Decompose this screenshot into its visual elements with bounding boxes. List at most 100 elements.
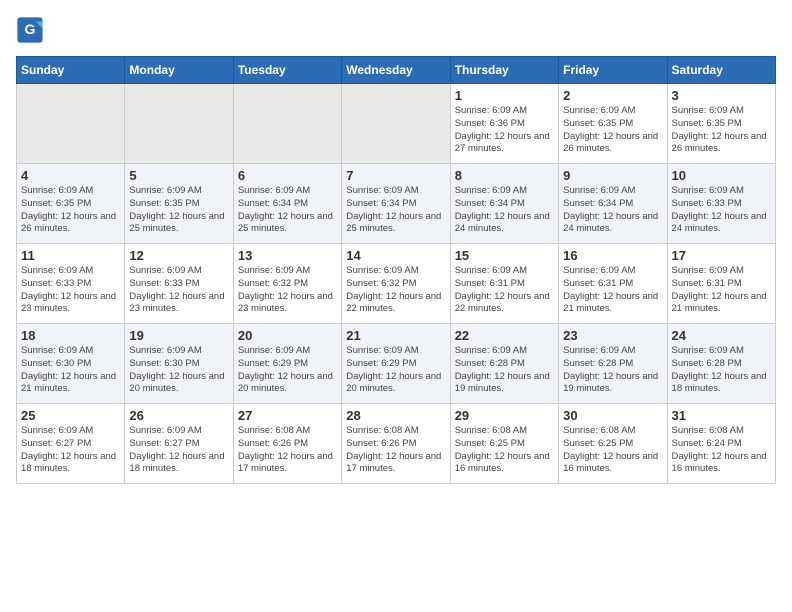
day-number: 4 (21, 168, 120, 183)
calendar-cell: 5 Sunrise: 6:09 AMSunset: 6:35 PMDaylight… (125, 164, 233, 244)
day-number: 31 (672, 408, 771, 423)
calendar-cell: 13 Sunrise: 6:09 AMSunset: 6:32 PMDayligh… (233, 244, 341, 324)
day-number: 11 (21, 248, 120, 263)
day-number: 22 (455, 328, 554, 343)
day-info: Sunrise: 6:09 AMSunset: 6:35 PMDaylight:… (21, 185, 120, 236)
calendar-cell: 28 Sunrise: 6:08 AMSunset: 6:26 PMDayligh… (342, 404, 450, 484)
day-info: Sunrise: 6:09 AMSunset: 6:32 PMDaylight:… (346, 265, 445, 316)
calendar-week-1: 1 Sunrise: 6:09 AMSunset: 6:36 PMDaylight… (17, 84, 776, 164)
day-header-wednesday: Wednesday (342, 57, 450, 84)
day-number: 13 (238, 248, 337, 263)
day-info: Sunrise: 6:08 AMSunset: 6:24 PMDaylight:… (672, 425, 771, 476)
day-header-friday: Friday (559, 57, 667, 84)
day-info: Sunrise: 6:09 AMSunset: 6:35 PMDaylight:… (563, 105, 662, 156)
calendar-header-row: SundayMondayTuesdayWednesdayThursdayFrid… (17, 57, 776, 84)
calendar-week-3: 11 Sunrise: 6:09 AMSunset: 6:33 PMDayligh… (17, 244, 776, 324)
day-number: 7 (346, 168, 445, 183)
day-info: Sunrise: 6:09 AMSunset: 6:35 PMDaylight:… (129, 185, 228, 236)
day-info: Sunrise: 6:09 AMSunset: 6:34 PMDaylight:… (563, 185, 662, 236)
day-number: 17 (672, 248, 771, 263)
day-number: 30 (563, 408, 662, 423)
day-number: 6 (238, 168, 337, 183)
day-number: 28 (346, 408, 445, 423)
day-info: Sunrise: 6:09 AMSunset: 6:28 PMDaylight:… (672, 345, 771, 396)
day-number: 1 (455, 88, 554, 103)
day-header-tuesday: Tuesday (233, 57, 341, 84)
day-info: Sunrise: 6:09 AMSunset: 6:33 PMDaylight:… (129, 265, 228, 316)
day-header-sunday: Sunday (17, 57, 125, 84)
calendar-cell: 9 Sunrise: 6:09 AMSunset: 6:34 PMDaylight… (559, 164, 667, 244)
calendar-cell: 20 Sunrise: 6:09 AMSunset: 6:29 PMDayligh… (233, 324, 341, 404)
calendar-cell: 7Sunrise: 6:09 AMSunset: 6:34 PMDaylight… (342, 164, 450, 244)
calendar-week-2: 4 Sunrise: 6:09 AMSunset: 6:35 PMDaylight… (17, 164, 776, 244)
day-info: Sunrise: 6:09 AMSunset: 6:36 PMDaylight:… (455, 105, 554, 156)
day-info: Sunrise: 6:09 AMSunset: 6:29 PMDaylight:… (238, 345, 337, 396)
day-number: 19 (129, 328, 228, 343)
calendar-cell: 21 Sunrise: 6:09 AMSunset: 6:29 PMDayligh… (342, 324, 450, 404)
day-number: 27 (238, 408, 337, 423)
day-number: 23 (563, 328, 662, 343)
calendar-cell (233, 84, 341, 164)
day-number: 12 (129, 248, 228, 263)
day-info: Sunrise: 6:09 AMSunset: 6:30 PMDaylight:… (129, 345, 228, 396)
day-info: Sunrise: 6:08 AMSunset: 6:25 PMDaylight:… (563, 425, 662, 476)
day-info: Sunrise: 6:08 AMSunset: 6:26 PMDaylight:… (346, 425, 445, 476)
day-info: Sunrise: 6:09 AMSunset: 6:34 PMDaylight:… (455, 185, 554, 236)
calendar-cell: 15Sunrise: 6:09 AMSunset: 6:31 PMDayligh… (450, 244, 558, 324)
calendar-cell: 31 Sunrise: 6:08 AMSunset: 6:24 PMDayligh… (667, 404, 775, 484)
calendar-cell: 8 Sunrise: 6:09 AMSunset: 6:34 PMDaylight… (450, 164, 558, 244)
calendar-cell: 4 Sunrise: 6:09 AMSunset: 6:35 PMDaylight… (17, 164, 125, 244)
day-info: Sunrise: 6:09 AMSunset: 6:35 PMDaylight:… (672, 105, 771, 156)
day-info: Sunrise: 6:09 AMSunset: 6:29 PMDaylight:… (346, 345, 445, 396)
calendar-cell: 3 Sunrise: 6:09 AMSunset: 6:35 PMDaylight… (667, 84, 775, 164)
day-info: Sunrise: 6:09 AMSunset: 6:33 PMDaylight:… (21, 265, 120, 316)
calendar-cell: 2 Sunrise: 6:09 AMSunset: 6:35 PMDaylight… (559, 84, 667, 164)
day-number: 10 (672, 168, 771, 183)
day-number: 2 (563, 88, 662, 103)
day-number: 3 (672, 88, 771, 103)
calendar-cell: 29 Sunrise: 6:08 AMSunset: 6:25 PMDayligh… (450, 404, 558, 484)
calendar-table: SundayMondayTuesdayWednesdayThursdayFrid… (16, 56, 776, 484)
day-number: 25 (21, 408, 120, 423)
day-number: 8 (455, 168, 554, 183)
calendar-cell: 10 Sunrise: 6:09 AMSunset: 6:33 PMDayligh… (667, 164, 775, 244)
day-info: Sunrise: 6:08 AMSunset: 6:26 PMDaylight:… (238, 425, 337, 476)
day-info: Sunrise: 6:08 AMSunset: 6:25 PMDaylight:… (455, 425, 554, 476)
day-number: 18 (21, 328, 120, 343)
day-number: 20 (238, 328, 337, 343)
day-info: Sunrise: 6:09 AMSunset: 6:33 PMDaylight:… (672, 185, 771, 236)
calendar-cell: 12 Sunrise: 6:09 AMSunset: 6:33 PMDayligh… (125, 244, 233, 324)
calendar-cell: 27 Sunrise: 6:08 AMSunset: 6:26 PMDayligh… (233, 404, 341, 484)
day-info: Sunrise: 6:09 AMSunset: 6:28 PMDaylight:… (455, 345, 554, 396)
calendar-week-4: 18 Sunrise: 6:09 AMSunset: 6:30 PMDayligh… (17, 324, 776, 404)
calendar-week-5: 25 Sunrise: 6:09 AMSunset: 6:27 PMDayligh… (17, 404, 776, 484)
calendar-cell: 6 Sunrise: 6:09 AMSunset: 6:34 PMDaylight… (233, 164, 341, 244)
calendar-cell: 19 Sunrise: 6:09 AMSunset: 6:30 PMDayligh… (125, 324, 233, 404)
day-info: Sunrise: 6:09 AMSunset: 6:31 PMDaylight:… (455, 265, 554, 316)
day-number: 24 (672, 328, 771, 343)
calendar-cell (342, 84, 450, 164)
calendar-cell: 23Sunrise: 6:09 AMSunset: 6:28 PMDayligh… (559, 324, 667, 404)
calendar-cell: 30 Sunrise: 6:08 AMSunset: 6:25 PMDayligh… (559, 404, 667, 484)
calendar-cell: 1 Sunrise: 6:09 AMSunset: 6:36 PMDaylight… (450, 84, 558, 164)
day-number: 21 (346, 328, 445, 343)
calendar-cell: 26Sunrise: 6:09 AMSunset: 6:27 PMDayligh… (125, 404, 233, 484)
day-info: Sunrise: 6:09 AMSunset: 6:32 PMDaylight:… (238, 265, 337, 316)
day-info: Sunrise: 6:09 AMSunset: 6:34 PMDaylight:… (238, 185, 337, 236)
calendar-cell: 25 Sunrise: 6:09 AMSunset: 6:27 PMDayligh… (17, 404, 125, 484)
day-number: 14 (346, 248, 445, 263)
svg-text:G: G (25, 21, 36, 37)
day-number: 29 (455, 408, 554, 423)
day-info: Sunrise: 6:09 AMSunset: 6:27 PMDaylight:… (21, 425, 120, 476)
day-header-saturday: Saturday (667, 57, 775, 84)
calendar-cell: 16Sunrise: 6:09 AMSunset: 6:31 PMDayligh… (559, 244, 667, 324)
logo-icon: G (16, 16, 44, 44)
day-number: 5 (129, 168, 228, 183)
day-number: 9 (563, 168, 662, 183)
day-number: 16 (563, 248, 662, 263)
calendar-cell (17, 84, 125, 164)
day-header-thursday: Thursday (450, 57, 558, 84)
calendar-cell: 24 Sunrise: 6:09 AMSunset: 6:28 PMDayligh… (667, 324, 775, 404)
day-info: Sunrise: 6:09 AMSunset: 6:27 PMDaylight:… (129, 425, 228, 476)
calendar-cell: 11 Sunrise: 6:09 AMSunset: 6:33 PMDayligh… (17, 244, 125, 324)
